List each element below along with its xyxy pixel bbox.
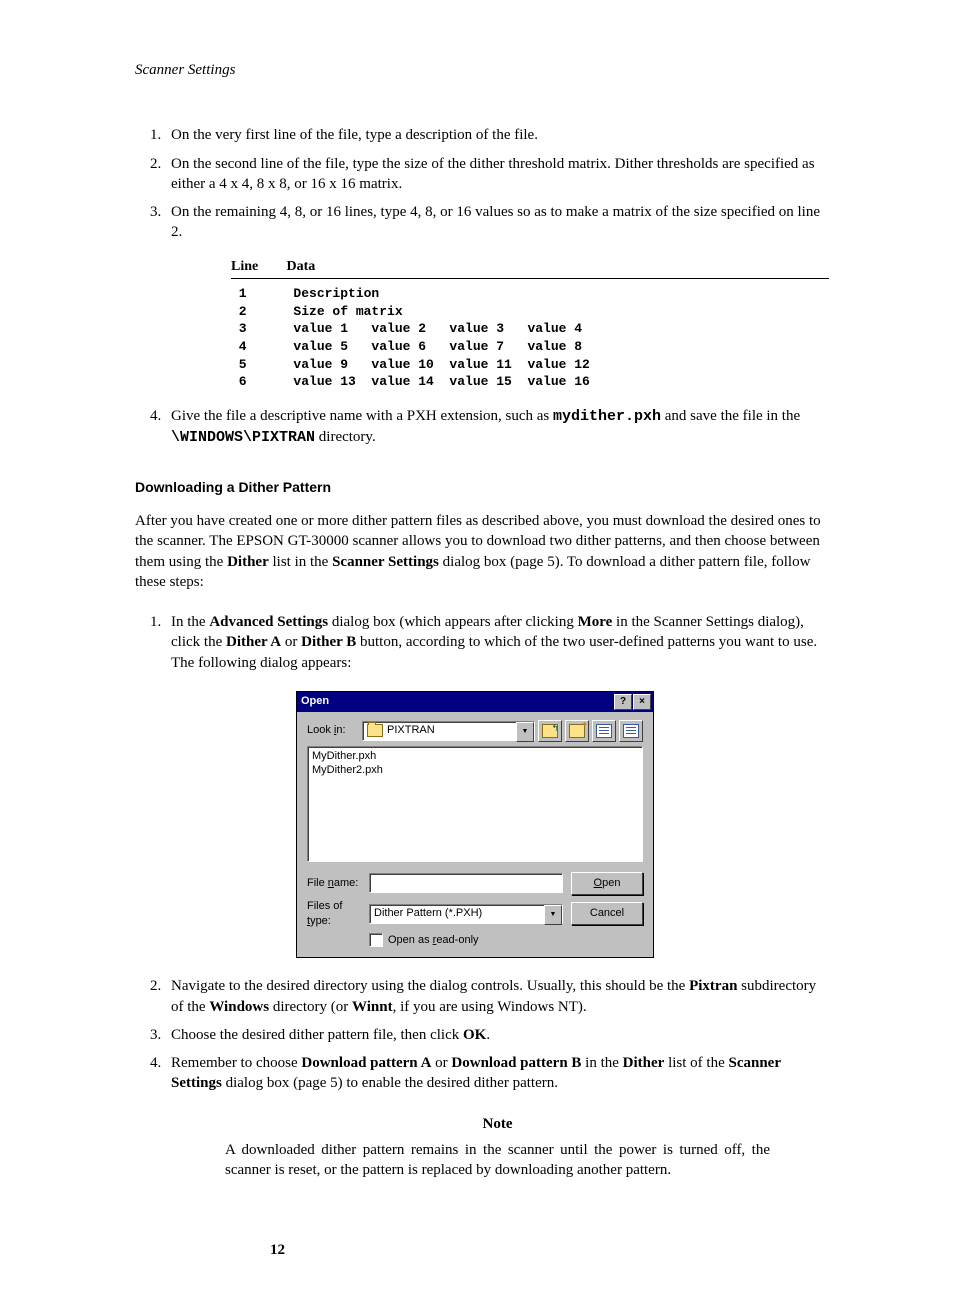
lookin-label: Look in: (307, 723, 362, 738)
filename-example: mydither.pxh (553, 408, 661, 425)
lookin-combo[interactable]: PIXTRAN (362, 721, 535, 741)
folder-icon (367, 724, 383, 737)
lookin-value: PIXTRAN (387, 723, 435, 738)
filetype-label: Files of type: (307, 899, 369, 929)
format-col-line: Line (231, 258, 283, 277)
chevron-down-icon[interactable] (516, 722, 534, 742)
note-block: Note A downloaded dither pattern remains… (225, 1114, 770, 1181)
filename-input[interactable] (369, 873, 563, 893)
list1-item2: On the second line of the file, type the… (165, 154, 829, 195)
file-list[interactable]: MyDither.pxh MyDither2.pxh (307, 746, 643, 862)
instructions-list-2: In the Advanced Settings dialog box (whi… (135, 612, 829, 1094)
intro-paragraph: After you have created one or more dithe… (135, 511, 829, 592)
list2-item4: Remember to choose Download pattern A or… (165, 1053, 829, 1094)
section-heading: Downloading a Dither Pattern (135, 478, 829, 497)
list2-item3: Choose the desired dither pattern file, … (165, 1025, 829, 1045)
up-folder-icon[interactable] (538, 720, 562, 742)
page-number: 12 (270, 1240, 285, 1260)
file-item[interactable]: MyDither2.pxh (312, 763, 638, 777)
format-row: 2 Size of matrix (231, 303, 829, 321)
list1-item3: On the remaining 4, 8, or 16 lines, type… (165, 202, 829, 391)
cancel-button[interactable]: Cancel (571, 902, 643, 925)
format-row: 3 value 1 value 2 value 3 value 4 (231, 320, 829, 338)
list1-item1: On the very first line of the file, type… (165, 125, 829, 145)
list1-item4: Give the file a descriptive name with a … (165, 406, 829, 449)
filetype-value: Dither Pattern (*.PXH) (374, 906, 482, 921)
details-view-icon[interactable] (619, 720, 643, 742)
dialog-titlebar: Open ? × (297, 692, 653, 712)
format-table: Line Data 1 Description 2 Size of matrix… (231, 258, 829, 391)
format-row: 4 value 5 value 6 value 7 value 8 (231, 338, 829, 356)
close-icon[interactable]: × (633, 694, 651, 710)
list2-item1: In the Advanced Settings dialog box (whi… (165, 612, 829, 958)
filetype-combo[interactable]: Dither Pattern (*.PXH) (369, 904, 563, 924)
note-title: Note (225, 1114, 770, 1134)
note-body: A downloaded dither pattern remains in t… (225, 1140, 770, 1181)
format-row: 6 value 13 value 14 value 15 value 16 (231, 373, 829, 391)
page-header: Scanner Settings (135, 60, 829, 80)
format-col-data: Data (287, 259, 316, 274)
format-row: 1 Description (231, 285, 829, 303)
filename-label: File name: (307, 876, 369, 891)
chevron-down-icon[interactable] (544, 905, 562, 925)
directory-path: \WINDOWS\PIXTRAN (171, 429, 315, 446)
help-icon[interactable]: ? (614, 694, 632, 710)
readonly-label: Open as read-only (388, 933, 479, 948)
open-button[interactable]: Open (571, 872, 643, 895)
dialog-title: Open (301, 694, 329, 709)
instructions-list-1: On the very first line of the file, type… (135, 125, 829, 448)
readonly-checkbox[interactable] (369, 933, 383, 947)
new-folder-icon[interactable] (565, 720, 589, 742)
open-dialog: Open ? × Look in: PIXTRAN (296, 691, 654, 959)
file-item[interactable]: MyDither.pxh (312, 749, 638, 763)
list-view-icon[interactable] (592, 720, 616, 742)
list2-item2: Navigate to the desired directory using … (165, 976, 829, 1017)
format-row: 5 value 9 value 10 value 11 value 12 (231, 356, 829, 374)
